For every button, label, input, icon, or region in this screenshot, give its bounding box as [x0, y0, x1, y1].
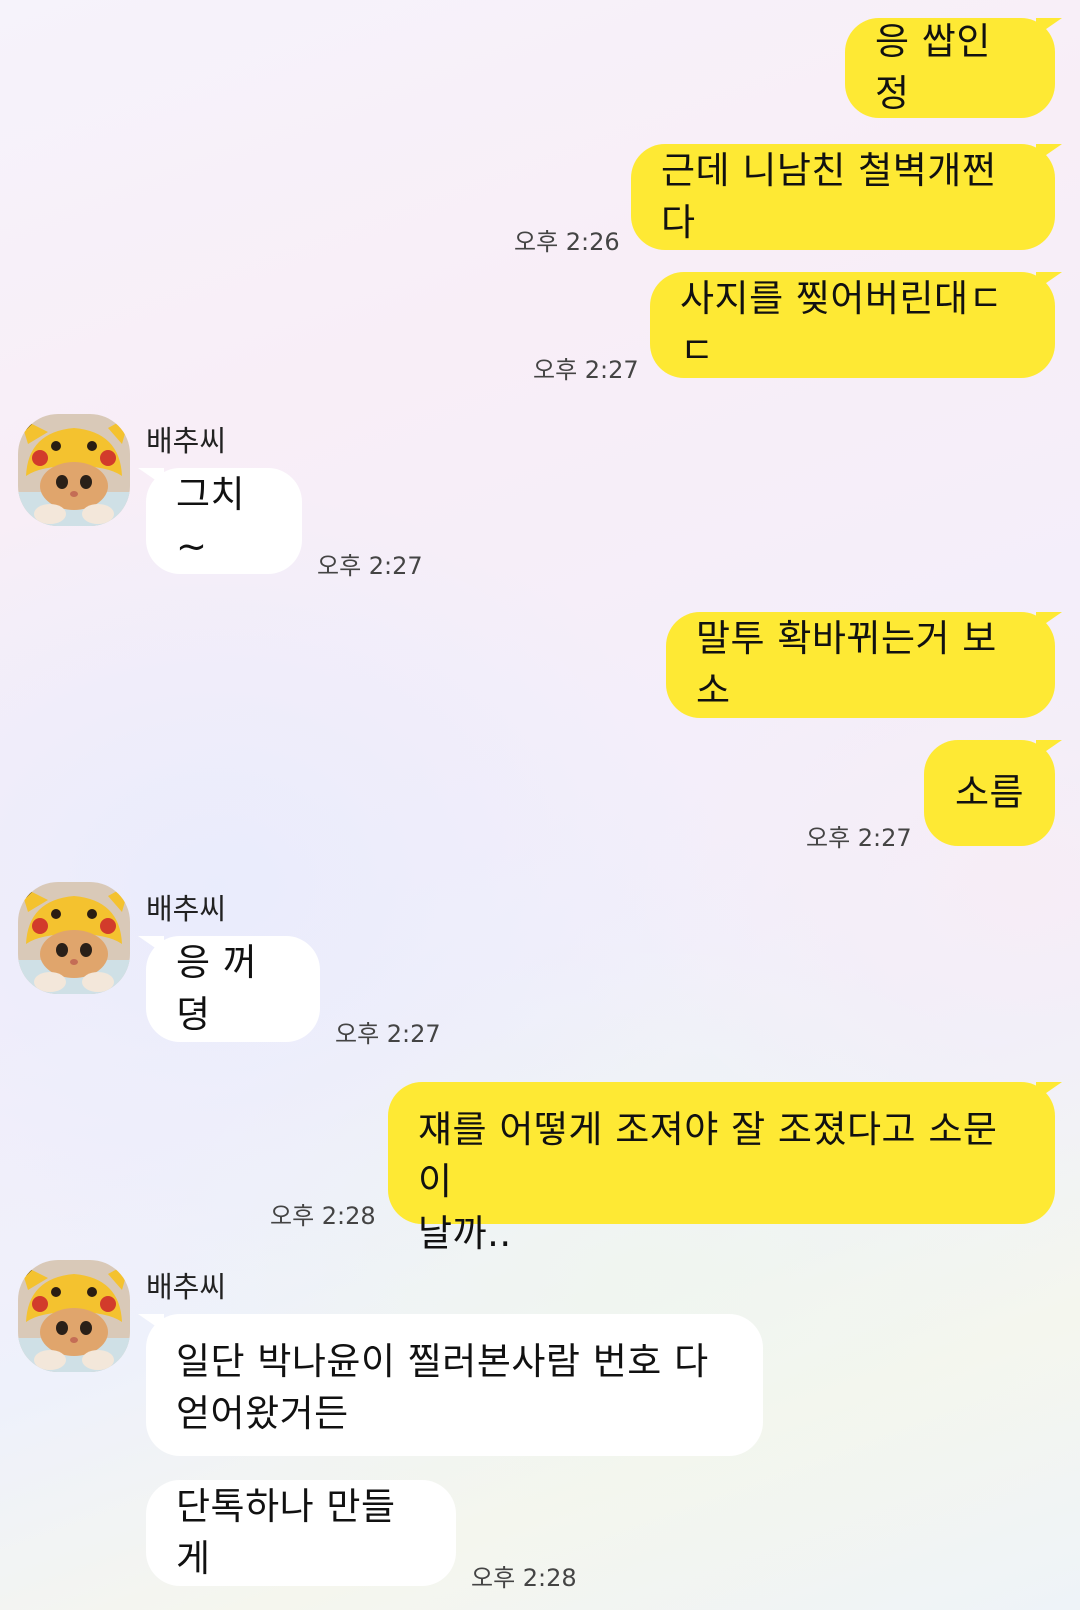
bubble-tail — [1036, 1082, 1062, 1100]
contact-name: 배추씨 — [146, 424, 227, 458]
message-time: 오후 2:27 — [317, 552, 423, 580]
message-text: 그치~ — [176, 473, 246, 568]
bubble-tail — [138, 1314, 164, 1332]
other-message-bubble[interactable]: 일단 박나윤이 찔러본사람 번호 다 얻어왔거든 — [146, 1314, 763, 1456]
my-message-bubble[interactable]: 사지를 찢어버린대ㄷㄷ — [650, 272, 1055, 378]
message-time: 오후 2:28 — [471, 1564, 577, 1592]
my-message-bubble[interactable]: 쟤를 어떻게 조져야 잘 조졌다고 소문이 날까.. — [388, 1082, 1055, 1255]
contact-name: 배추씨 — [146, 1270, 227, 1304]
message-text: 응 꺼뎡 — [176, 941, 258, 1036]
bubble-tail — [1036, 740, 1062, 758]
bubble-tail — [1036, 272, 1062, 290]
other-message-bubble[interactable]: 그치~ — [146, 468, 302, 574]
message-text: 사지를 찢어버린대ㄷㄷ — [680, 277, 1004, 372]
my-message-bubble[interactable]: 근데 니남친 철벽개쩐다 — [631, 144, 1055, 250]
message-time: 오후 2:28 — [270, 1202, 376, 1230]
message-text-line: 쟤를 어떻게 조져야 잘 조졌다고 소문이 — [418, 1108, 998, 1203]
message-text-line: 날까.. — [418, 1212, 512, 1255]
contact-avatar[interactable] — [18, 1260, 130, 1372]
message-text: 응 쌉인정 — [875, 20, 991, 115]
pikachu-hat-cat-avatar-icon — [18, 882, 130, 994]
message-text: 소름 — [954, 771, 1025, 814]
message-text: 말투 확바뀌는거 보소 — [696, 617, 997, 712]
message-time: 오후 2:27 — [533, 356, 639, 384]
message-text-line: 얻어왔거든 — [176, 1392, 349, 1435]
message-time: 오후 2:27 — [806, 824, 912, 852]
message-time: 오후 2:27 — [335, 1020, 441, 1048]
message-text: 단톡하나 만들게 — [176, 1485, 396, 1580]
my-message-bubble[interactable]: 응 쌉인정 — [845, 18, 1055, 118]
bubble-tail — [138, 468, 164, 486]
other-message-bubble[interactable]: 단톡하나 만들게 — [146, 1480, 456, 1586]
bubble-tail — [1036, 144, 1062, 162]
bubble-tail — [138, 936, 164, 954]
my-message-bubble[interactable]: 말투 확바뀌는거 보소 — [666, 612, 1055, 718]
contact-avatar[interactable] — [18, 414, 130, 526]
bubble-tail — [1036, 18, 1062, 36]
other-message-bubble[interactable]: 응 꺼뎡 — [146, 936, 320, 1042]
pikachu-hat-cat-avatar-icon — [18, 1260, 130, 1372]
pikachu-hat-cat-avatar-icon — [18, 414, 130, 526]
contact-avatar[interactable] — [18, 882, 130, 994]
bubble-tail — [1036, 612, 1062, 630]
contact-name: 배추씨 — [146, 892, 227, 926]
message-text: 근데 니남친 철벽개쩐다 — [661, 149, 997, 244]
message-time: 오후 2:26 — [514, 228, 620, 256]
message-text-line: 일단 박나윤이 찔러본사람 번호 다 — [176, 1340, 709, 1383]
